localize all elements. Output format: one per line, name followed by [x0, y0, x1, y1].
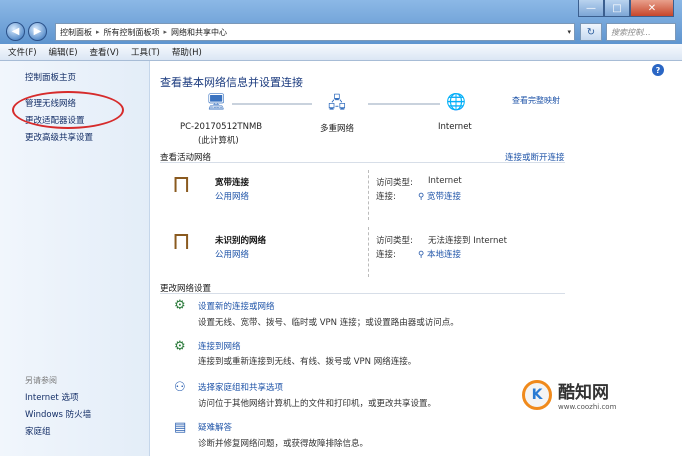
computer-icon: 🖥 [206, 92, 227, 111]
network-type-link[interactable]: 公用网络 [215, 248, 249, 260]
sidebar-item-internet-options[interactable]: Internet 选项 [25, 391, 78, 403]
menu-edit[interactable]: 编辑(E) [49, 46, 78, 58]
connection-label: 连接: [376, 192, 396, 202]
menu-bar: 文件(F) 编辑(E) 查看(V) 工具(T) 帮助(H) [0, 44, 682, 61]
bench-icon: ⊓ [172, 227, 191, 255]
breadcrumb-control-panel[interactable]: 控制面板 [60, 27, 92, 38]
task-new-connection[interactable]: 设置新的连接或网络 [198, 300, 275, 312]
globe-icon: 🌐 [446, 92, 466, 111]
page-title: 查看基本网络信息并设置连接 [160, 76, 303, 89]
watermark: K 酷知网 www.coozhi.com [522, 378, 616, 411]
watermark-url: www.coozhi.com [558, 403, 617, 411]
network-name: 未识别的网络 [215, 236, 267, 246]
access-type-value: Internet [428, 176, 462, 186]
search-input[interactable]: 搜索控制... [606, 23, 676, 41]
task-desc: 访问位于其他网络计算机上的文件和打印机，或更改共享设置。 [198, 399, 437, 409]
connection-link[interactable]: ⚲ 本地连接 [418, 248, 461, 260]
chevron-down-icon[interactable]: ▾ [567, 28, 571, 36]
internet-label: Internet [438, 122, 472, 132]
menu-view[interactable]: 查看(V) [90, 46, 119, 58]
network-name: 宽带连接 [215, 178, 250, 188]
sidebar-item-home[interactable]: 控制面板主页 [25, 71, 76, 83]
sidebar-item-firewall[interactable]: Windows 防火墙 [25, 408, 91, 420]
task-homegroup[interactable]: 选择家庭组和共享选项 [198, 381, 283, 393]
new-connection-icon: ⚙ [174, 298, 186, 313]
network-type-link[interactable]: 公用网络 [215, 190, 249, 202]
breadcrumb-network-center[interactable]: 网络和共享中心 [171, 27, 227, 38]
connection-label: 连接: [376, 250, 396, 260]
divider [160, 162, 565, 163]
homegroup-icon: ⚇ [174, 380, 186, 395]
minimize-button[interactable]: — [578, 0, 604, 17]
see-also-heading: 另请参阅 [25, 376, 57, 385]
menu-help[interactable]: 帮助(H) [172, 46, 202, 58]
divider [368, 227, 369, 277]
scrollbar[interactable] [668, 61, 682, 456]
connection-link-text[interactable]: 宽带连接 [427, 192, 461, 202]
connection-link[interactable]: ⚲ 宽带连接 [418, 190, 461, 202]
coozhi-logo-icon: K [522, 379, 552, 410]
multi-network-label: 多重网络 [320, 124, 355, 134]
breadcrumb-all-items[interactable]: 所有控制面板项 [104, 27, 160, 38]
help-icon[interactable]: ? [652, 64, 664, 76]
window-controls: — □ ✕ [578, 0, 674, 17]
forward-button[interactable]: ▶ [28, 22, 47, 41]
connection-line [232, 103, 312, 105]
maximize-button[interactable]: □ [604, 0, 630, 17]
multi-network-icon: 🖧 [328, 93, 346, 112]
close-button[interactable]: ✕ [630, 0, 674, 17]
task-desc: 设置无线、宽带、拨号、临时或 VPN 连接；或设置路由器或访问点。 [198, 318, 459, 328]
menu-tools[interactable]: 工具(T) [131, 46, 160, 58]
breadcrumb-separator-icon: ▸ [96, 28, 100, 36]
access-type-label: 访问类型: [376, 178, 413, 188]
view-full-map-link[interactable]: 查看完整映射 [512, 95, 560, 106]
address-bar[interactable]: 控制面板 ▸ 所有控制面板项 ▸ 网络和共享中心 ▾ [55, 23, 575, 41]
watermark-name: 酷知网 [558, 383, 609, 403]
computer-sublabel: (此计算机) [198, 136, 239, 146]
access-type-value: 无法连接到 Internet [428, 236, 507, 246]
computer-label: PC-20170512TNMB [180, 122, 263, 132]
divider [160, 293, 565, 294]
task-connect-network[interactable]: 连接到网络 [198, 340, 241, 352]
task-desc: 连接到或重新连接到无线、有线、拨号或 VPN 网络连接。 [198, 357, 417, 367]
back-button[interactable]: ◀ [6, 22, 25, 41]
sidebar-item-homegroup[interactable]: 家庭组 [25, 425, 51, 437]
connection-line [368, 103, 440, 105]
task-troubleshoot[interactable]: 疑难解答 [198, 421, 232, 433]
title-bar: — □ ✕ ◀ ▶ 控制面板 ▸ 所有控制面板项 ▸ 网络和共享中心 ▾ ↻ 搜… [0, 0, 682, 44]
refresh-button[interactable]: ↻ [580, 23, 602, 41]
menu-file[interactable]: 文件(F) [8, 46, 37, 58]
divider [368, 170, 369, 220]
highlight-circle [12, 91, 124, 129]
bench-icon: ⊓ [172, 170, 191, 198]
troubleshoot-icon: ▤ [174, 420, 187, 435]
task-desc: 诊断并修复网络问题，或获得故障排除信息。 [198, 439, 369, 449]
connection-link-text[interactable]: 本地连接 [427, 250, 461, 260]
sidebar-item-sharing[interactable]: 更改高级共享设置 [25, 131, 93, 143]
breadcrumb-separator-icon: ▸ [163, 28, 168, 36]
connect-network-icon: ⚙ [174, 339, 186, 354]
access-type-label: 访问类型: [376, 236, 413, 246]
